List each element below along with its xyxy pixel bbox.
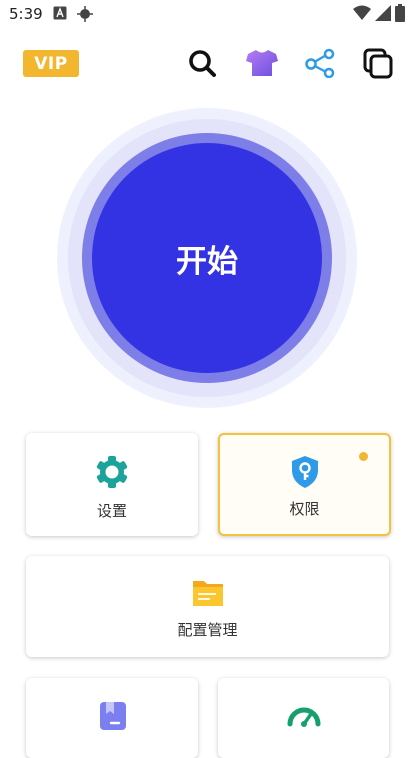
config-management-label: 配置管理 [177, 621, 238, 639]
wifi-icon [353, 5, 371, 20]
permissions-label: 权限 [289, 500, 320, 518]
speed-card[interactable] [218, 678, 389, 758]
status-bar: 5:39 [0, 0, 417, 28]
signal-icon [375, 5, 391, 21]
search-icon[interactable] [185, 46, 219, 80]
copy-icon[interactable] [361, 46, 395, 80]
bookmark-card[interactable] [26, 678, 198, 758]
theme-shirt-icon[interactable] [245, 46, 279, 80]
settings-gear-icon [96, 456, 128, 488]
vip-badge-button[interactable]: VIP [23, 50, 79, 77]
battery-icon [395, 4, 405, 22]
start-button[interactable]: 开始 [92, 143, 322, 373]
notification-dot [359, 452, 368, 461]
bookmark-icon [100, 702, 126, 730]
config-management-card[interactable]: 配置管理 [26, 556, 389, 657]
speedometer-icon [287, 707, 321, 727]
permissions-card[interactable]: 权限 [218, 433, 391, 536]
share-icon[interactable] [303, 46, 337, 80]
settings-label: 设置 [96, 502, 127, 520]
folder-icon [193, 581, 223, 606]
gps-icon [77, 6, 93, 22]
text-a-icon [53, 6, 67, 20]
settings-card[interactable]: 设置 [26, 433, 198, 536]
shield-key-icon [292, 456, 318, 488]
status-time: 5:39 [9, 5, 43, 23]
